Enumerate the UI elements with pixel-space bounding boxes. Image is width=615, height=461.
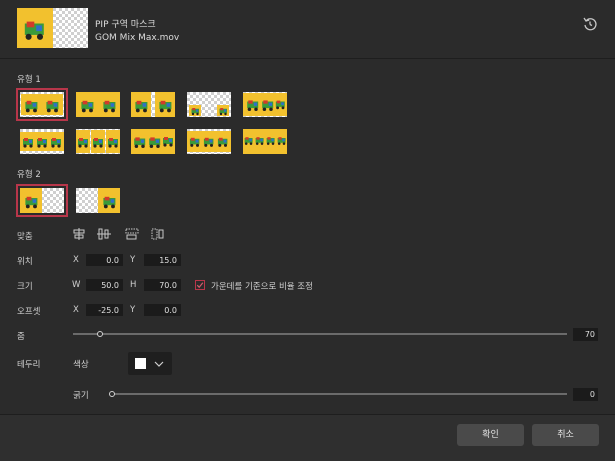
size-h-label: H	[130, 280, 137, 290]
position-x-field[interactable]: 0.0	[86, 254, 123, 266]
align-top-icon[interactable]	[72, 228, 86, 240]
dialog-header: PIP 구역 마스크 GOM Mix Max.mov	[0, 0, 615, 59]
type1-option-6[interactable]	[20, 129, 64, 154]
zoom-slider-knob[interactable]	[97, 331, 104, 337]
size-label: 크기	[17, 282, 33, 292]
type1-option-1[interactable]	[16, 88, 68, 121]
position-label: 위치	[17, 257, 33, 267]
thickness-value[interactable]: 0	[573, 388, 598, 401]
dialog-title: PIP 구역 마스크	[95, 20, 156, 30]
color-swatch	[135, 358, 146, 369]
type2-option-2[interactable]	[76, 188, 120, 213]
distribute-vertical-icon[interactable]	[125, 228, 139, 240]
distribute-horizontal-icon[interactable]	[151, 228, 165, 240]
thickness-slider[interactable]	[109, 391, 567, 397]
zoom-label: 줌	[17, 332, 25, 342]
thickness-label: 굵기	[73, 391, 89, 401]
type1-option-8[interactable]	[131, 129, 175, 154]
ok-button[interactable]: 확인	[457, 424, 524, 446]
size-w-field[interactable]: 50.0	[86, 279, 123, 291]
type2-label: 유형 2	[17, 170, 41, 180]
type1-option-3[interactable]	[131, 92, 175, 117]
position-y-field[interactable]: 15.0	[144, 254, 181, 266]
offset-y-label: Y	[130, 305, 136, 315]
border-label: 테두리	[17, 360, 41, 370]
align-label: 맞춤	[17, 232, 33, 242]
type1-option-9[interactable]	[187, 129, 231, 154]
align-horizontal-icon[interactable]	[97, 228, 111, 240]
zoom-slider[interactable]	[73, 331, 567, 337]
video-thumbnail	[17, 8, 88, 48]
border-color-dropdown[interactable]	[128, 352, 172, 375]
offset-label: 오프셋	[17, 307, 41, 317]
offset-x-field[interactable]: -25.0	[86, 304, 123, 316]
position-y-label: Y	[130, 255, 136, 265]
type1-option-4[interactable]	[187, 92, 231, 117]
type1-label: 유형 1	[17, 75, 41, 85]
type1-option-2[interactable]	[76, 92, 120, 117]
file-name: GOM Mix Max.mov	[95, 33, 180, 43]
border-color-label: 색상	[73, 360, 89, 370]
ratio-checkbox[interactable]	[195, 280, 205, 290]
type1-option-7[interactable]	[76, 129, 120, 154]
cancel-button[interactable]: 취소	[532, 424, 599, 446]
position-x-label: X	[73, 255, 79, 265]
type1-option-5[interactable]	[243, 92, 287, 117]
ratio-checkbox-label: 가운데를 기준으로 비율 조정	[211, 282, 313, 292]
chevron-down-icon	[154, 361, 164, 367]
offset-y-field[interactable]: 0.0	[144, 304, 181, 316]
type2-option-1[interactable]	[16, 184, 68, 217]
reset-icon[interactable]	[582, 16, 598, 32]
size-h-field[interactable]: 70.0	[144, 279, 181, 291]
thickness-slider-knob[interactable]	[109, 391, 115, 397]
dialog-footer: 확인 취소	[0, 414, 615, 461]
size-w-label: W	[72, 280, 81, 290]
offset-x-label: X	[73, 305, 79, 315]
type1-option-10[interactable]	[243, 129, 287, 154]
checkmark-icon	[196, 282, 204, 289]
zoom-value[interactable]: 70	[573, 328, 598, 341]
